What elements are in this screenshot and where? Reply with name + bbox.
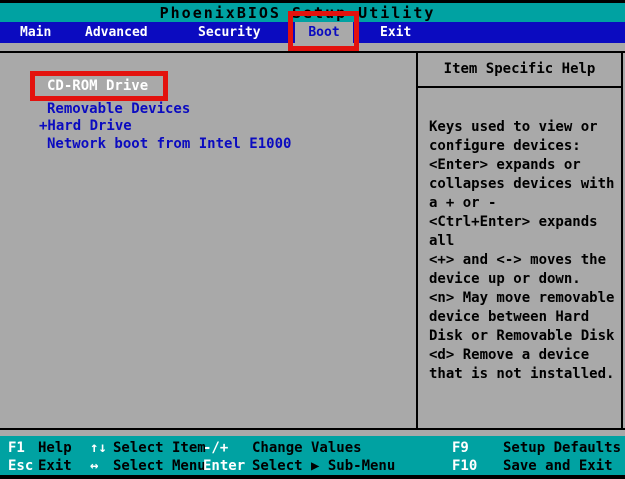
help-line: device up or down. xyxy=(429,271,581,287)
help-line: that is not installed. xyxy=(429,366,615,382)
help-line: collapses devices with xyxy=(429,176,615,192)
bios-setup-screen: PhoenixBIOS Setup Utility Main Advanced … xyxy=(0,0,625,479)
key-f10: F10 xyxy=(452,458,478,474)
help-line: <+> and <-> moves the xyxy=(429,252,607,268)
menu-tab-security[interactable]: Security xyxy=(198,22,261,43)
help-line: <d> Remove a device xyxy=(429,347,590,363)
boot-item-hard-drive[interactable]: +Hard Drive xyxy=(39,119,132,134)
panel-divider xyxy=(416,51,418,430)
main-bottom-border xyxy=(0,428,625,430)
key-esc-label: Exit xyxy=(38,458,72,474)
annotation-box-cdrom-item xyxy=(30,71,168,101)
key-esc: Esc xyxy=(8,458,34,474)
key-f9: F9 xyxy=(452,440,469,456)
help-panel-title: Item Specific Help xyxy=(443,61,596,77)
help-line: Keys used to view or xyxy=(429,119,598,135)
help-line: <Ctrl+Enter> expands xyxy=(429,214,598,230)
help-line: configure devices: xyxy=(429,138,581,154)
menu-tab-exit[interactable]: Exit xyxy=(380,22,411,43)
help-line: all xyxy=(429,233,455,249)
key-leftright-icon: ↔ xyxy=(90,458,99,474)
menu-tab-advanced[interactable]: Advanced xyxy=(85,22,148,43)
help-header-separator xyxy=(418,86,621,88)
annotation-box-boot-tab xyxy=(288,11,359,51)
boot-item-network-boot[interactable]: Network boot from Intel E1000 xyxy=(47,137,291,152)
main-top-border xyxy=(0,51,625,53)
key-f1-label: Help xyxy=(38,440,72,456)
key-updown-label: Select Item xyxy=(113,440,206,456)
key-f10-label: Save and Exit xyxy=(503,458,613,474)
bottom-black-strip xyxy=(0,475,625,479)
boot-item-removable-devices[interactable]: Removable Devices xyxy=(47,102,190,117)
help-line: <Enter> expands or xyxy=(429,157,581,173)
help-right-border xyxy=(621,51,623,430)
key-enter-label: Select ▶ Sub-Menu xyxy=(252,458,396,474)
help-line: Disk or Removable Disk xyxy=(429,328,615,344)
help-line: a + or - xyxy=(429,195,497,211)
help-line: <n> May move removable xyxy=(429,290,615,306)
key-minusplus: -/+ xyxy=(203,440,229,456)
key-f1: F1 xyxy=(8,440,25,456)
key-legend-bar: F1 Help ↑↓ Select Item -/+ Change Values… xyxy=(0,436,625,475)
key-updown-icon: ↑↓ xyxy=(90,440,107,456)
menu-tab-main[interactable]: Main xyxy=(20,22,51,43)
help-line: device between Hard xyxy=(429,309,590,325)
key-leftright-label: Select Menu xyxy=(113,458,206,474)
key-f9-label: Setup Defaults xyxy=(503,440,622,456)
key-enter: Enter xyxy=(203,458,246,474)
key-minusplus-label: Change Values xyxy=(252,440,362,456)
